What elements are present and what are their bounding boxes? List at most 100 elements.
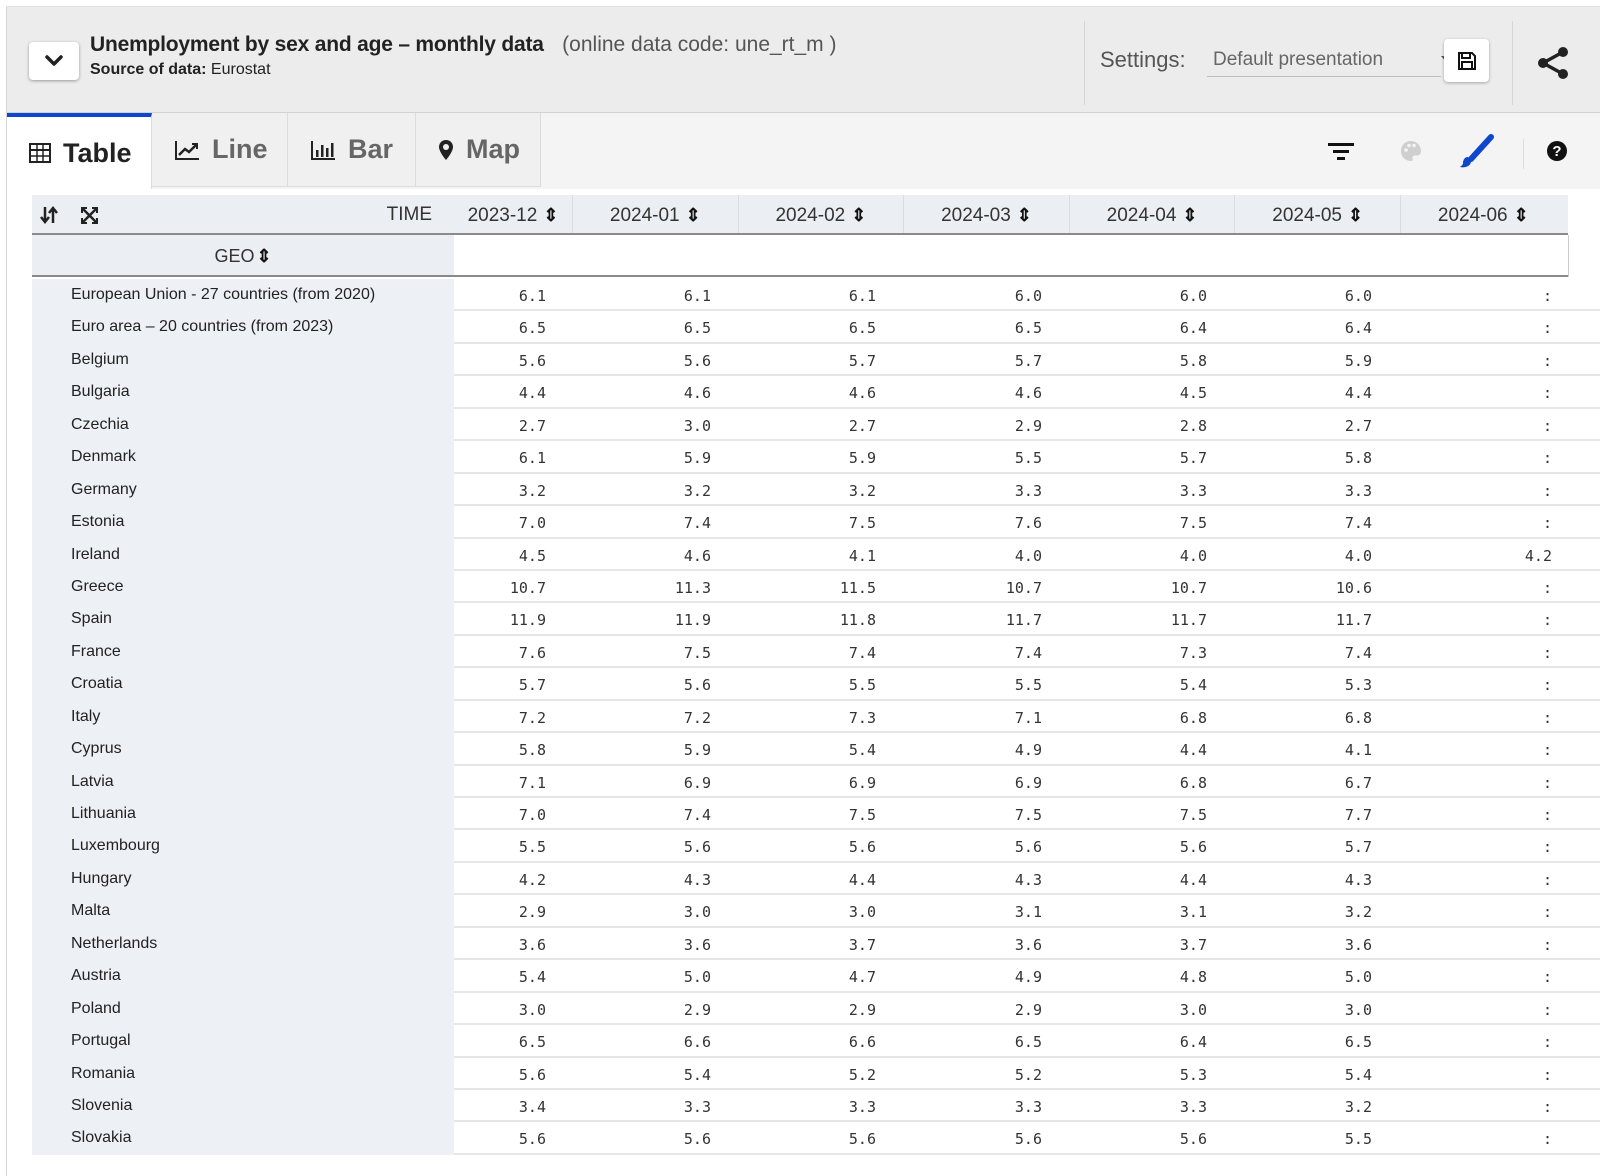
table-cell[interactable]: 7.7 (1332, 798, 1372, 832)
table-cell[interactable]: 5.6 (506, 344, 546, 378)
geo-label[interactable]: Germany (32, 473, 454, 507)
table-cell[interactable]: 3.0 (1167, 993, 1207, 1027)
table-cell[interactable]: 11.9 (506, 603, 546, 637)
palette-button[interactable] (1395, 135, 1427, 167)
table-cell[interactable]: 3.2 (506, 474, 546, 508)
table-cell[interactable]: 4.3 (1332, 863, 1372, 897)
table-cell[interactable]: 4.6 (671, 376, 711, 410)
table-cell[interactable]: 7.6 (1002, 506, 1042, 540)
geo-label[interactable]: European Union - 27 countries (from 2020… (32, 279, 454, 312)
table-cell[interactable]: 5.8 (1167, 344, 1207, 378)
table-cell[interactable]: : (1512, 928, 1552, 962)
table-cell[interactable]: 5.5 (1002, 441, 1042, 475)
table-cell[interactable]: 4.9 (1002, 733, 1042, 767)
table-cell[interactable]: : (1512, 701, 1552, 735)
table-cell[interactable]: 3.2 (1332, 1090, 1372, 1124)
table-cell[interactable]: 4.8 (1167, 960, 1207, 994)
sort-icon[interactable]: ⇕ (543, 205, 558, 225)
table-cell[interactable]: 5.2 (836, 1058, 876, 1092)
table-cell[interactable]: : (1512, 733, 1552, 767)
table-cell[interactable]: 2.7 (506, 409, 546, 443)
geo-label[interactable]: Latvia (32, 765, 454, 798)
table-cell[interactable]: : (1512, 279, 1552, 313)
table-cell[interactable]: 10.7 (1167, 571, 1207, 605)
table-cell[interactable]: 7.3 (1167, 636, 1207, 670)
table-cell[interactable]: 4.6 (1002, 376, 1042, 410)
table-cell[interactable]: : (1512, 571, 1552, 605)
geo-label[interactable]: Ireland (32, 538, 454, 571)
table-cell[interactable]: 7.5 (671, 636, 711, 670)
table-cell[interactable]: 3.3 (1332, 474, 1372, 508)
table-cell[interactable]: 4.3 (1002, 863, 1042, 897)
table-cell[interactable]: 5.6 (671, 344, 711, 378)
table-cell[interactable]: 3.0 (836, 895, 876, 929)
table-cell[interactable]: 5.6 (671, 1122, 711, 1156)
table-cell[interactable]: : (1512, 474, 1552, 508)
swap-axes-icon[interactable] (40, 206, 58, 224)
geo-label[interactable]: Bulgaria (32, 376, 454, 409)
table-cell[interactable]: 5.8 (1332, 441, 1372, 475)
column-header[interactable]: 2024-01 ⇕ (572, 195, 738, 233)
table-cell[interactable]: 2.9 (671, 993, 711, 1027)
table-cell[interactable]: 5.4 (836, 733, 876, 767)
table-cell[interactable]: : (1512, 863, 1552, 897)
geo-label[interactable]: Portugal (32, 1025, 454, 1058)
table-cell[interactable]: : (1512, 376, 1552, 410)
table-cell[interactable]: 10.7 (1002, 571, 1042, 605)
table-cell[interactable]: 3.3 (836, 1090, 876, 1124)
help-button[interactable]: ? (1541, 135, 1573, 167)
table-cell[interactable]: 4.2 (506, 863, 546, 897)
table-cell[interactable]: 11.7 (1002, 603, 1042, 637)
table-cell[interactable]: 6.1 (506, 279, 546, 313)
table-cell[interactable]: 5.3 (1167, 1058, 1207, 1092)
table-cell[interactable]: 4.1 (836, 539, 876, 573)
table-cell[interactable]: 5.4 (1167, 668, 1207, 702)
table-cell[interactable]: 7.4 (1332, 506, 1372, 540)
table-cell[interactable]: : (1512, 993, 1552, 1027)
table-cell[interactable]: 11.7 (1167, 603, 1207, 637)
geo-label[interactable]: Lithuania (32, 798, 454, 831)
table-cell[interactable]: 5.2 (1002, 1058, 1042, 1092)
tab-bar[interactable]: Bar (288, 113, 416, 187)
table-cell[interactable]: 6.9 (836, 766, 876, 800)
table-cell[interactable]: 7.4 (836, 636, 876, 670)
table-cell[interactable]: 11.8 (836, 603, 876, 637)
table-cell[interactable]: 5.5 (506, 830, 546, 864)
column-header[interactable]: 2024-06 ⇕ (1400, 195, 1566, 233)
table-cell[interactable]: : (1512, 830, 1552, 864)
table-cell[interactable]: 5.0 (671, 960, 711, 994)
table-cell[interactable]: 5.9 (836, 441, 876, 475)
table-cell[interactable]: 6.5 (1002, 311, 1042, 345)
geo-label[interactable]: Poland (32, 992, 454, 1026)
table-cell[interactable]: 5.6 (836, 1122, 876, 1156)
column-header[interactable]: 2024-05 ⇕ (1234, 195, 1400, 233)
table-cell[interactable]: : (1512, 409, 1552, 443)
table-cell[interactable]: 6.6 (836, 1025, 876, 1059)
table-cell[interactable]: : (1512, 311, 1552, 345)
table-cell[interactable]: : (1512, 960, 1552, 994)
table-cell[interactable]: 5.6 (671, 668, 711, 702)
collapse-button[interactable] (29, 42, 79, 80)
table-cell[interactable]: 5.9 (1332, 344, 1372, 378)
table-cell[interactable]: 6.0 (1002, 279, 1042, 313)
table-cell[interactable]: 6.8 (1167, 701, 1207, 735)
table-cell[interactable]: 3.1 (1167, 895, 1207, 929)
table-cell[interactable]: 10.7 (506, 571, 546, 605)
table-cell[interactable]: 5.5 (836, 668, 876, 702)
table-cell[interactable]: 3.6 (506, 928, 546, 962)
geo-label[interactable]: Greece (32, 570, 454, 604)
table-cell[interactable]: 6.9 (671, 766, 711, 800)
table-cell[interactable]: 5.9 (671, 441, 711, 475)
table-cell[interactable]: 4.5 (506, 539, 546, 573)
column-header[interactable]: 2024-04 ⇕ (1068, 195, 1235, 233)
geo-sort-header[interactable]: GEO ⇕ (32, 235, 454, 275)
table-cell[interactable]: 4.4 (1332, 376, 1372, 410)
table-cell[interactable]: 7.4 (1002, 636, 1042, 670)
sort-icon[interactable]: ⇕ (686, 205, 701, 225)
fullscreen-icon[interactable] (81, 207, 98, 224)
table-cell[interactable]: 4.4 (1167, 733, 1207, 767)
table-cell[interactable]: 5.7 (836, 344, 876, 378)
table-cell[interactable]: 3.1 (1002, 895, 1042, 929)
table-cell[interactable]: : (1512, 1025, 1552, 1059)
table-cell[interactable]: 5.6 (671, 830, 711, 864)
